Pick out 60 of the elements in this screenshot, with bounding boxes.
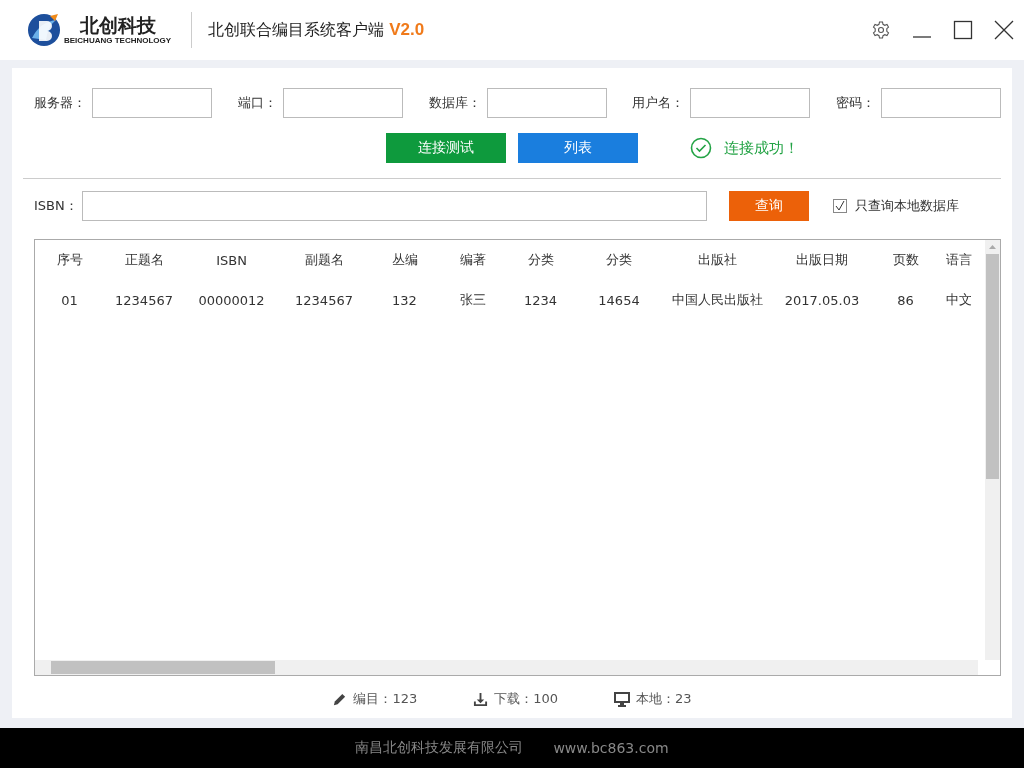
column-header: 副题名 (303, 251, 345, 269)
table-cell-text: 1234 (522, 292, 559, 308)
download-icon (473, 691, 489, 707)
table-cell-text: 14654 (597, 292, 641, 308)
company-name: 南昌北创科技发展有限公司 (355, 739, 524, 757)
table-cell-text: 132 (391, 292, 418, 308)
table-cell-text: 中文 (945, 291, 973, 309)
success-icon (690, 137, 712, 159)
input-field[interactable] (690, 88, 811, 118)
table-cell-text: 张三 (458, 291, 487, 309)
column-header: 分类 (526, 251, 555, 269)
input-field[interactable] (486, 88, 607, 118)
field-label: 用户名： (632, 94, 685, 112)
monitor-icon (614, 691, 631, 707)
connection-test-button[interactable]: 连接测试 (386, 133, 506, 163)
table-cell-text: 1234567 (294, 292, 354, 308)
window-title: 北创联合编目系统客户端 V2.0 (208, 19, 425, 41)
isbn-input-field[interactable] (81, 191, 707, 221)
logo-icon (26, 12, 62, 48)
list-button[interactable]: 列表 (518, 133, 638, 163)
close-icon[interactable] (994, 20, 1014, 40)
input-field[interactable] (282, 88, 403, 118)
column-header: 出版日期 (795, 251, 849, 269)
column-header: 正题名 (123, 251, 165, 269)
table-cell-text: 86 (896, 292, 915, 308)
input-field[interactable] (881, 88, 1001, 118)
isbn-label: ISBN： (34, 197, 78, 215)
connection-status: 连接成功！ (724, 138, 799, 158)
column-header: ISBN (215, 252, 248, 268)
logo-subtext: BEICHUANG TECHNOLOGY (64, 36, 172, 46)
query-button[interactable]: 查询 (728, 191, 809, 221)
horizontal-scrollbar[interactable] (35, 660, 978, 675)
input-field[interactable] (92, 88, 212, 118)
settings-icon[interactable] (871, 20, 891, 40)
checkbox-label: 只查询本地数据库 (854, 197, 959, 215)
website-link[interactable]: www.bc863.com (553, 740, 669, 756)
pencil-icon (332, 691, 348, 707)
column-header: 出版社 (696, 251, 738, 269)
table-cell-text: 00000012 (197, 292, 266, 308)
field-label: 端口： (237, 94, 277, 112)
column-header: 序号 (55, 251, 84, 269)
column-header: 页数 (891, 251, 920, 269)
table-cell-text: 1234567 (114, 292, 174, 308)
status-text: 本地：23 (636, 690, 692, 708)
column-header: 分类 (605, 251, 633, 269)
table-cell-text: 中国人民出版社 (670, 291, 764, 309)
maximize-icon[interactable] (953, 20, 973, 40)
column-header: 丛编 (390, 251, 419, 269)
column-header: 语言 (945, 251, 973, 269)
checkbox[interactable] (832, 199, 847, 213)
table-cell-text: 01 (60, 292, 79, 308)
column-header: 编著 (458, 251, 487, 269)
status-text: 编目：123 (353, 690, 418, 708)
vertical-scrollbar[interactable] (985, 240, 1000, 660)
table-cell-text: 2017.05.03 (783, 292, 861, 308)
field-label: 密码： (836, 94, 875, 112)
field-label: 服务器： (34, 94, 86, 112)
status-text: 下载：100 (494, 690, 559, 708)
logo-text: 北创科技 (79, 14, 156, 36)
field-label: 数据库： (428, 94, 481, 112)
